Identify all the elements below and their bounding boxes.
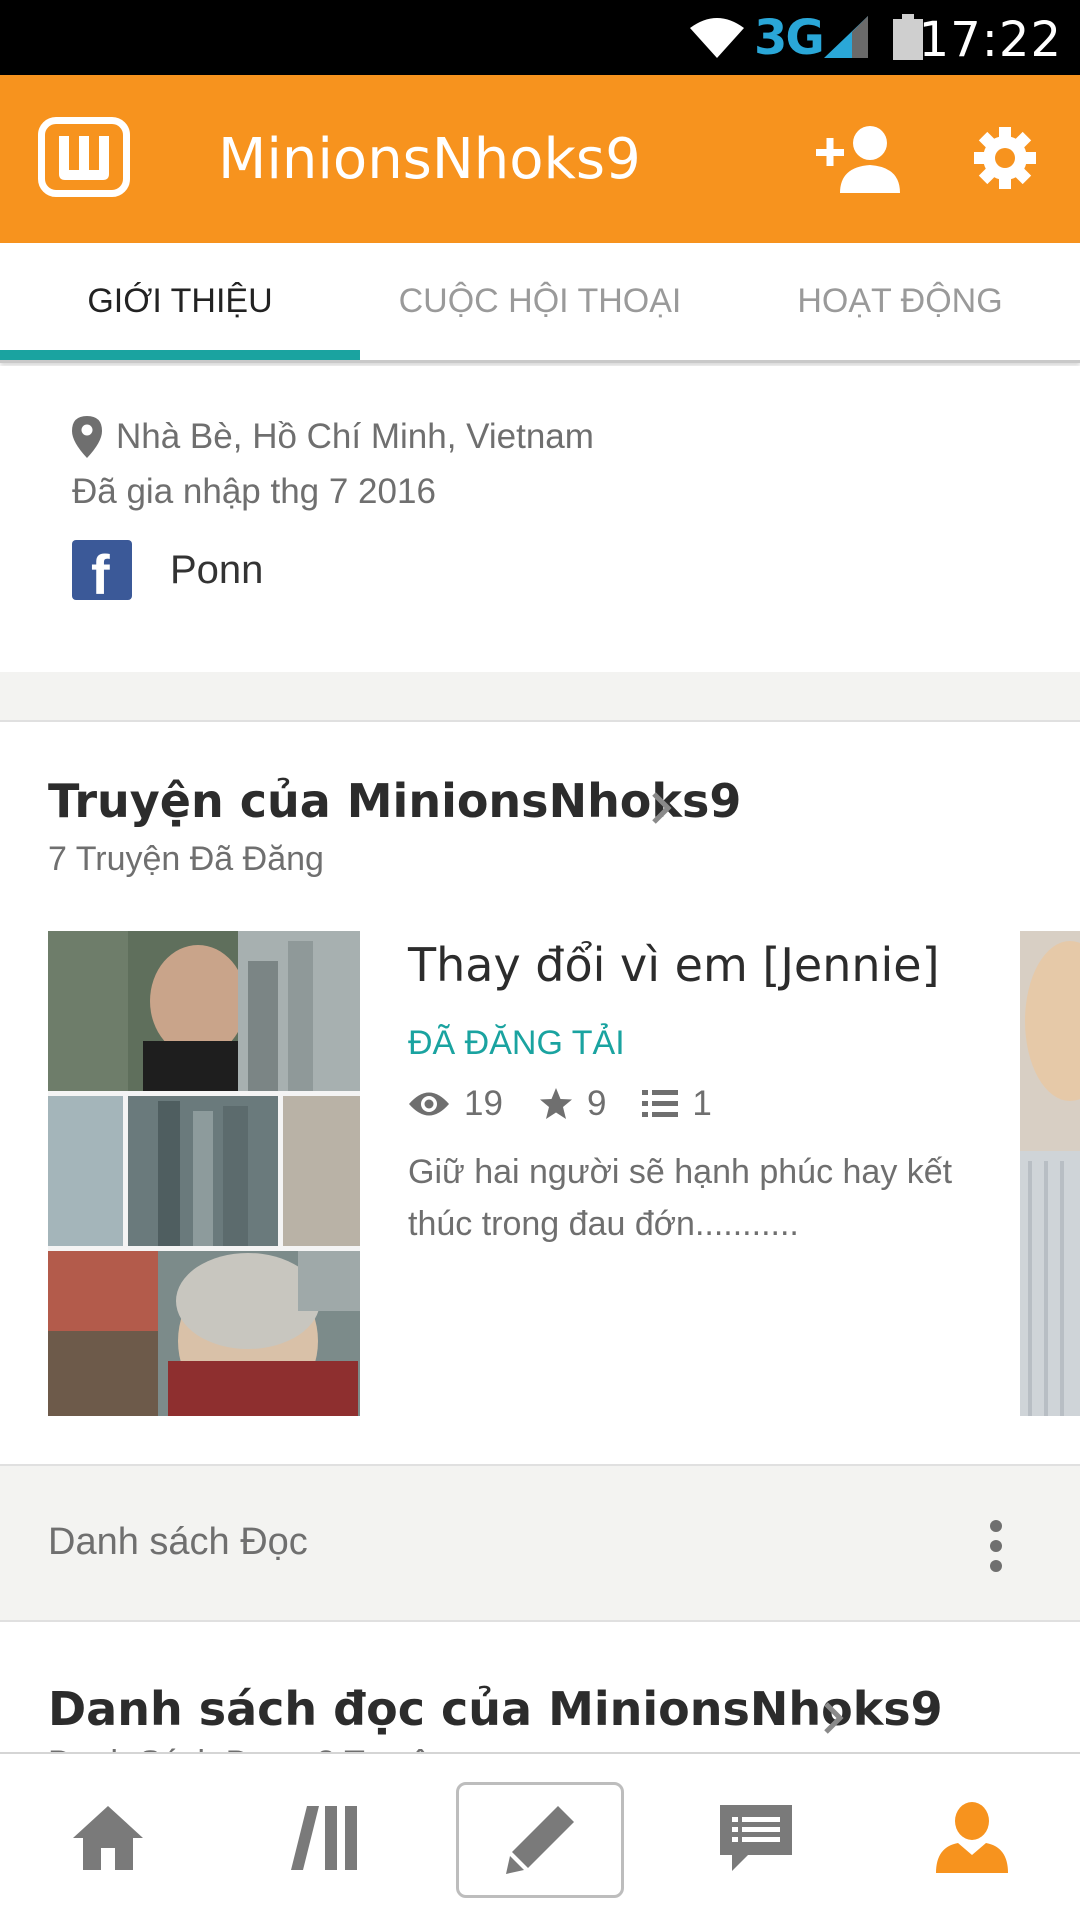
story-description: Giữ hai người sẽ hạnh phúc hay kết thúc …	[408, 1153, 953, 1243]
wifi-icon	[690, 18, 744, 58]
settings-gear-icon[interactable]	[972, 125, 1038, 191]
views-stat: 19	[408, 1084, 503, 1124]
tab-conversations-label: CUỘC HỘI THOẠI	[398, 282, 682, 320]
more-options-icon[interactable]	[984, 1518, 1008, 1574]
story-title[interactable]: Thay đổi vì em [Jennie]	[408, 938, 940, 992]
reading-list-section-label: Danh sách Đọc	[48, 1521, 308, 1563]
nav-library[interactable]	[252, 1754, 396, 1920]
clock: 17:22	[918, 12, 1062, 68]
home-icon	[73, 1806, 143, 1870]
story-stats: 19 9 1	[408, 1084, 748, 1124]
nav-write[interactable]	[456, 1782, 624, 1898]
stories-heading[interactable]: Truyện của MinionsNhoks9	[48, 774, 741, 828]
tab-activity-label: HOẠT ĐỘNG	[797, 282, 1003, 320]
section-divider	[0, 672, 1080, 722]
eye-icon	[409, 1092, 449, 1116]
reading-list-header: Danh sách Đọc	[0, 1464, 1080, 1622]
write-pencil-icon	[506, 1806, 574, 1874]
about-section: Nhà Bè, Hồ Chí Minh, Vietnam Đã gia nhập…	[0, 366, 1080, 672]
status-bar: 3G 17:22	[0, 0, 1080, 75]
chevron-right-icon[interactable]	[648, 788, 676, 828]
facebook-icon: f	[72, 540, 132, 606]
active-tab-indicator	[0, 350, 360, 360]
add-user-icon[interactable]	[816, 123, 900, 195]
location-pin-icon	[72, 416, 102, 458]
facebook-name: Ponn	[170, 547, 264, 592]
votes-stat: 9	[539, 1084, 606, 1124]
reading-list-heading[interactable]: Danh sách đọc của MinionsNhoks9	[48, 1682, 943, 1736]
stories-count: 7 Truyện Đã Đăng	[48, 840, 324, 878]
star-icon	[539, 1088, 572, 1119]
parts-count: 1	[692, 1084, 712, 1123]
profile-tabs: GIỚI THIỆU CUỘC HỘI THOẠI HOẠT ĐỘNG	[0, 243, 1080, 363]
story-status: ĐÃ ĐĂNG TẢI	[408, 1024, 625, 1062]
location-text: Nhà Bè, Hồ Chí Minh, Vietnam	[116, 417, 594, 456]
tab-conversations[interactable]: CUỘC HỘI THOẠI	[360, 243, 720, 360]
list-icon	[642, 1090, 679, 1117]
parts-stat: 1	[642, 1084, 712, 1124]
votes-count: 9	[586, 1084, 607, 1123]
views-count: 19	[464, 1084, 503, 1123]
story-cover[interactable]	[48, 931, 360, 1416]
messages-icon	[720, 1805, 792, 1871]
tab-activity[interactable]: HOẠT ĐỘNG	[720, 243, 1080, 360]
stories-section: Truyện của MinionsNhoks9 7 Truyện Đã Đăn…	[0, 722, 1080, 1464]
tab-about-label: GIỚI THIỆU	[87, 282, 273, 320]
bottom-navigation	[0, 1752, 1080, 1920]
chevron-right-icon[interactable]	[820, 1698, 848, 1738]
facebook-link[interactable]: f Ponn	[72, 540, 264, 606]
signal-icon	[824, 16, 868, 58]
library-icon	[291, 1806, 357, 1870]
joined-date: Đã gia nhập thg 7 2016	[72, 472, 436, 511]
nav-messages[interactable]	[684, 1754, 828, 1920]
profile-icon	[936, 1802, 1008, 1873]
nav-home[interactable]	[36, 1754, 180, 1920]
profile-username: MinionsNhoks9	[218, 127, 641, 192]
wattpad-logo-icon[interactable]	[38, 117, 130, 197]
next-story-cover[interactable]	[1020, 931, 1080, 1416]
nav-profile[interactable]	[900, 1754, 1044, 1920]
reading-list-section: Danh sách đọc của MinionsNhoks9 Danh Sác…	[0, 1622, 1080, 1752]
network-type: 3G	[754, 10, 825, 66]
location-row: Nhà Bè, Hồ Chí Minh, Vietnam	[72, 416, 594, 458]
tab-about[interactable]: GIỚI THIỆU	[0, 243, 360, 360]
app-bar: MinionsNhoks9	[0, 75, 1080, 243]
reading-list-subtitle: Danh Sách Đọc · 2 Truyện	[48, 1744, 449, 1752]
